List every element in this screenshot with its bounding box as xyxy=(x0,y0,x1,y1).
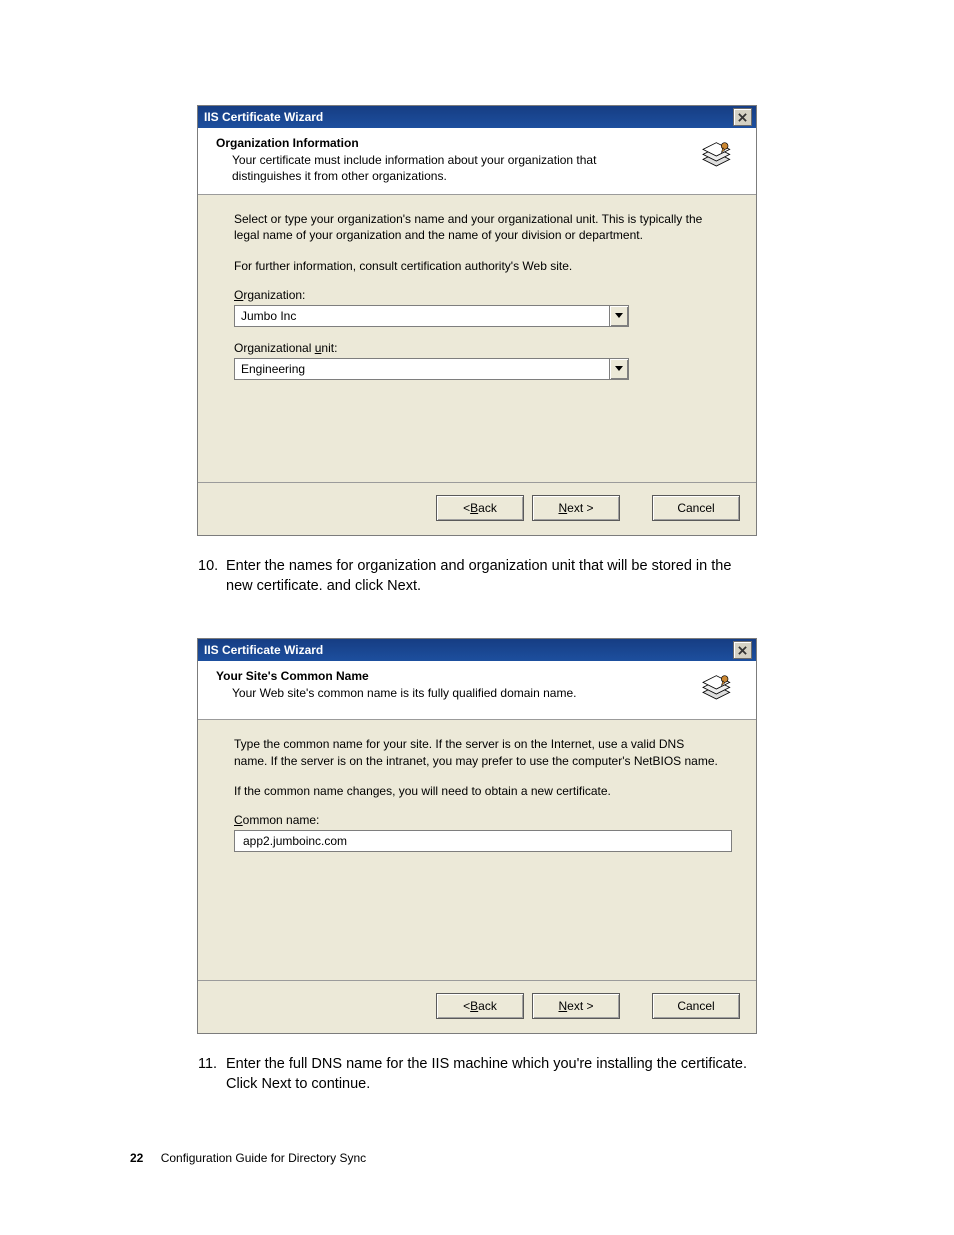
step-11: 11. Enter the full DNS name for the IIS … xyxy=(198,1054,756,1095)
instruction-text-1: Type the common name for your site. If t… xyxy=(234,736,720,768)
next-button[interactable]: Next > xyxy=(532,993,620,1019)
wizard-body: Select or type your organization's name … xyxy=(198,195,756,482)
organization-label: Organization: xyxy=(234,288,720,302)
close-icon xyxy=(738,646,747,655)
cancel-button[interactable]: Cancel xyxy=(652,993,740,1019)
spacer xyxy=(234,852,720,972)
step-text: Enter the full DNS name for the IIS mach… xyxy=(226,1054,756,1095)
chevron-down-icon xyxy=(615,313,623,319)
wizard-footer: < Back Next > Cancel xyxy=(198,980,756,1033)
spacer xyxy=(234,394,720,474)
cancel-button[interactable]: Cancel xyxy=(652,495,740,521)
wizard-footer: < Back Next > Cancel xyxy=(198,482,756,535)
close-icon xyxy=(738,113,747,122)
page-number: 22 xyxy=(130,1151,143,1165)
organizational-unit-label: Organizational unit: xyxy=(234,341,720,355)
wizard-dialog-org-info: IIS Certificate Wizard Organization Info… xyxy=(197,105,757,536)
organization-combobox[interactable] xyxy=(234,305,629,327)
wizard-body: Type the common name for your site. If t… xyxy=(198,720,756,980)
common-name-label: Common name: xyxy=(234,813,720,827)
wizard-header: Organization Information Your certificat… xyxy=(198,128,756,195)
close-button[interactable] xyxy=(733,108,752,126)
certificate-stack-icon xyxy=(698,669,738,709)
step-10: 10. Enter the names for organization and… xyxy=(198,556,756,597)
certificate-stack-icon xyxy=(698,136,738,176)
dropdown-button[interactable] xyxy=(609,306,628,326)
instruction-text-2: For further information, consult certifi… xyxy=(234,258,720,274)
organizational-unit-input[interactable] xyxy=(235,359,609,379)
titlebar: IIS Certificate Wizard xyxy=(198,106,756,128)
page-footer: 22 Configuration Guide for Directory Syn… xyxy=(130,1151,366,1165)
wizard-step-subtitle: Your certificate must include informatio… xyxy=(232,153,662,184)
window-title: IIS Certificate Wizard xyxy=(204,643,323,657)
spacer xyxy=(0,596,954,638)
step-text: Enter the names for organization and org… xyxy=(226,556,756,597)
instruction-text-2: If the common name changes, you will nee… xyxy=(234,783,720,799)
close-button[interactable] xyxy=(733,641,752,659)
document-page: IIS Certificate Wizard Organization Info… xyxy=(0,0,954,1235)
spacer xyxy=(628,993,644,1019)
wizard-dialog-common-name: IIS Certificate Wizard Your Site's Commo… xyxy=(197,638,757,1034)
back-button[interactable]: < Back xyxy=(436,993,524,1019)
organization-input[interactable] xyxy=(235,306,609,326)
wizard-header-text: Your Site's Common Name Your Web site's … xyxy=(216,669,692,702)
chevron-down-icon xyxy=(615,366,623,372)
window-title: IIS Certificate Wizard xyxy=(204,110,323,124)
wizard-header: Your Site's Common Name Your Web site's … xyxy=(198,661,756,720)
common-name-textbox[interactable] xyxy=(234,830,732,852)
spacer xyxy=(628,495,644,521)
doc-title: Configuration Guide for Directory Sync xyxy=(161,1151,366,1165)
step-number: 11. xyxy=(198,1054,226,1095)
common-name-input[interactable] xyxy=(241,833,725,849)
wizard-header-text: Organization Information Your certificat… xyxy=(216,136,692,184)
wizard-step-title: Your Site's Common Name xyxy=(216,669,692,683)
back-button[interactable]: < Back xyxy=(436,495,524,521)
next-button[interactable]: Next > xyxy=(532,495,620,521)
instruction-text-1: Select or type your organization's name … xyxy=(234,211,720,243)
dropdown-button[interactable] xyxy=(609,359,628,379)
step-number: 10. xyxy=(198,556,226,597)
titlebar: IIS Certificate Wizard xyxy=(198,639,756,661)
organizational-unit-combobox[interactable] xyxy=(234,358,629,380)
wizard-step-subtitle: Your Web site's common name is its fully… xyxy=(232,686,662,702)
wizard-step-title: Organization Information xyxy=(216,136,692,150)
